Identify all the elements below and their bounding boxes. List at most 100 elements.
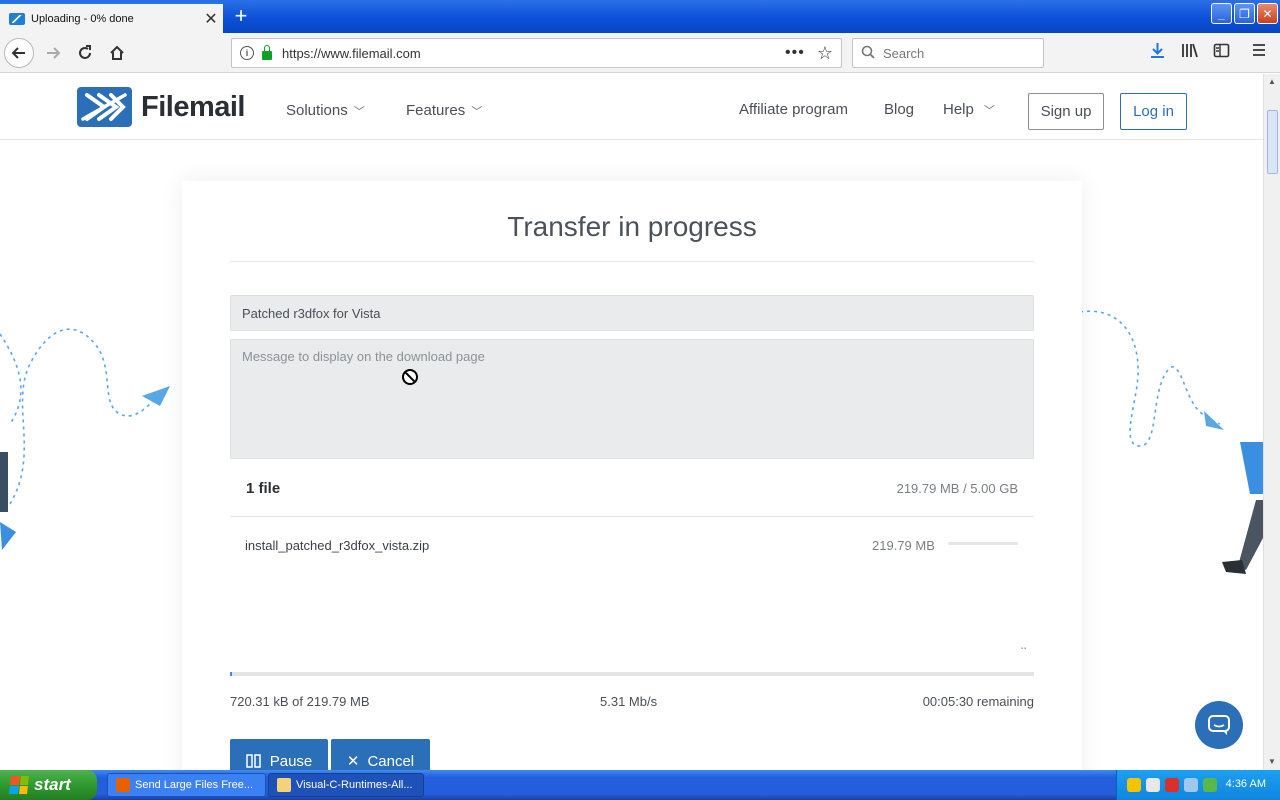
overall-progress-bar — [230, 672, 1034, 676]
filemail-favicon-icon — [9, 12, 25, 25]
arrow-left-icon — [11, 47, 25, 59]
pause-icon — [245, 754, 261, 768]
sidebar-icon[interactable] — [1213, 42, 1230, 64]
network-icon[interactable] — [1146, 778, 1160, 792]
pause-label: Pause — [269, 752, 313, 770]
scrollbar-thumb[interactable] — [1267, 110, 1278, 174]
not-allowed-cursor-icon — [402, 369, 418, 385]
cancel-button[interactable]: ✕ Cancel — [331, 739, 430, 770]
close-icon: ✕ — [346, 753, 360, 770]
page-actions-icon[interactable]: ••• — [785, 44, 805, 62]
lock-icon — [262, 44, 272, 60]
transferred-amount: 720.31 kB of 219.79 MB — [230, 694, 370, 709]
search-icon — [861, 45, 875, 62]
resize-grip-icon[interactable]: ⣀ — [1020, 639, 1027, 650]
start-button[interactable]: start — [0, 770, 97, 800]
library-icon[interactable] — [1181, 42, 1199, 64]
connection-icon[interactable] — [1184, 778, 1198, 792]
bookmark-star-icon[interactable]: ☆ — [817, 43, 833, 64]
paper-plane-left-decoration — [0, 328, 170, 505]
address-bar[interactable]: i https://www.filemail.com ••• ☆ — [231, 38, 842, 68]
restore-button[interactable]: ❐ — [1234, 3, 1255, 24]
file-row: install_patched_r3dfox_vista.zip 219.79 … — [230, 531, 1034, 561]
files-summary: 1 file 219.79 MB / 5.00 GB — [230, 461, 1034, 517]
windows-taskbar: start Send Large Files Free... Visual-C-… — [0, 770, 1280, 800]
nav-help[interactable]: Help ﹀ — [943, 101, 995, 118]
taskbar-item-label: Send Large Files Free... — [135, 779, 254, 791]
taskbar-item-firefox[interactable]: Send Large Files Free... — [107, 773, 266, 797]
new-tab-button[interactable]: + — [228, 4, 254, 30]
nav-blog-link[interactable]: Blog — [884, 101, 914, 118]
nav-solutions[interactable]: Solutions ﹀ — [286, 102, 365, 119]
firefox-icon — [116, 778, 130, 792]
tab-close-icon[interactable]: ✕ — [199, 9, 223, 29]
chat-icon — [1208, 715, 1230, 735]
window-close-button[interactable]: ✕ — [1257, 3, 1278, 24]
brand-name: Filemail — [141, 90, 246, 123]
log-in-button[interactable]: Log in — [1120, 93, 1187, 130]
transfer-speed: 5.31 Mb/s — [600, 694, 658, 709]
page-title: Transfer in progress — [507, 211, 757, 242]
time-remaining: 00:05:30 remaining — [922, 694, 1034, 709]
site-header: Filemail Solutions ﹀ Features ﹀ Affiliate … — [0, 74, 1263, 140]
nav-help-label: Help — [943, 101, 974, 118]
nav-solutions-label: Solutions — [286, 102, 348, 119]
person-figure-right-decoration — [1222, 442, 1263, 574]
forward-button[interactable] — [38, 38, 68, 68]
search-placeholder: Search — [883, 45, 925, 61]
chevron-down-icon: ﹀ — [353, 106, 365, 118]
file-count: 1 file — [246, 480, 281, 497]
home-button[interactable] — [102, 38, 132, 68]
sign-up-button[interactable]: Sign up — [1028, 93, 1104, 130]
total-size: 219.79 MB / 5.00 GB — [896, 481, 1018, 496]
antivirus-icon[interactable] — [1165, 778, 1179, 792]
file-name: install_patched_r3dfox_vista.zip — [245, 538, 430, 553]
folder-icon — [277, 778, 291, 792]
browser-toolbar: i https://www.filemail.com ••• ☆ Search — [0, 33, 1280, 73]
tab-title: Uploading - 0% done — [31, 12, 134, 25]
search-input[interactable]: Search — [852, 38, 1044, 68]
cancel-label: Cancel — [367, 752, 415, 770]
chevron-down-icon: ﹀ — [983, 105, 995, 117]
arrow-right-icon — [47, 47, 61, 59]
browser-title-bar: Uploading - 0% done ✕ + _ ❐ ✕ — [0, 0, 1280, 33]
taskbar-item-folder[interactable]: Visual-C-Runtimes-All... — [268, 773, 424, 797]
minimize-button[interactable]: _ — [1211, 3, 1232, 24]
page-scrollbar[interactable]: ▲ ▼ — [1263, 74, 1280, 770]
web-page: Filemail Solutions ﹀ Features ﹀ Affiliate … — [0, 74, 1263, 770]
security-shield-icon[interactable] — [1127, 778, 1141, 792]
person-figure-left-decoration — [0, 452, 16, 550]
menu-icon[interactable] — [1252, 42, 1266, 62]
filemail-logo[interactable]: Filemail — [77, 87, 246, 127]
transfer-card: Transfer in progress Patched r3dfox for … — [182, 181, 1082, 770]
filemail-logo-icon — [77, 87, 132, 127]
subject-field[interactable]: Patched r3dfox for Vista — [230, 295, 1034, 331]
nav-features[interactable]: Features ﹀ — [406, 102, 482, 119]
reload-icon — [79, 45, 91, 59]
pause-button[interactable]: Pause — [230, 739, 328, 770]
scroll-up-arrow-icon[interactable]: ▲ — [1264, 74, 1280, 90]
system-tray: 4:36 AM — [1116, 770, 1280, 800]
site-info-icon[interactable]: i — [240, 46, 254, 60]
chat-support-button[interactable] — [1195, 701, 1243, 749]
url-text[interactable]: https://www.filemail.com — [282, 46, 785, 61]
back-button[interactable] — [4, 38, 34, 68]
window-controls: _ ❐ ✕ — [1211, 3, 1278, 24]
nav-features-label: Features — [406, 102, 466, 119]
update-icon[interactable] — [1203, 778, 1217, 792]
file-size: 219.79 MB — [872, 538, 935, 553]
divider — [230, 261, 1034, 262]
clock: 4:36 AM — [1225, 778, 1266, 790]
scroll-down-arrow-icon[interactable]: ▼ — [1264, 754, 1280, 770]
taskbar-item-label: Visual-C-Runtimes-All... — [296, 779, 413, 791]
browser-tab[interactable]: Uploading - 0% done ✕ — [0, 2, 223, 33]
message-field[interactable]: Message to display on the download page — [230, 339, 1034, 459]
windows-logo-icon — [9, 776, 29, 794]
nav-affiliate-link[interactable]: Affiliate program — [739, 101, 848, 118]
start-label: start — [34, 775, 71, 794]
chevron-down-icon: ﹀ — [471, 106, 483, 118]
home-icon — [110, 45, 124, 60]
reload-button[interactable] — [70, 38, 100, 68]
paper-plane-right-decoration — [1080, 310, 1224, 447]
downloads-icon[interactable] — [1149, 42, 1166, 64]
